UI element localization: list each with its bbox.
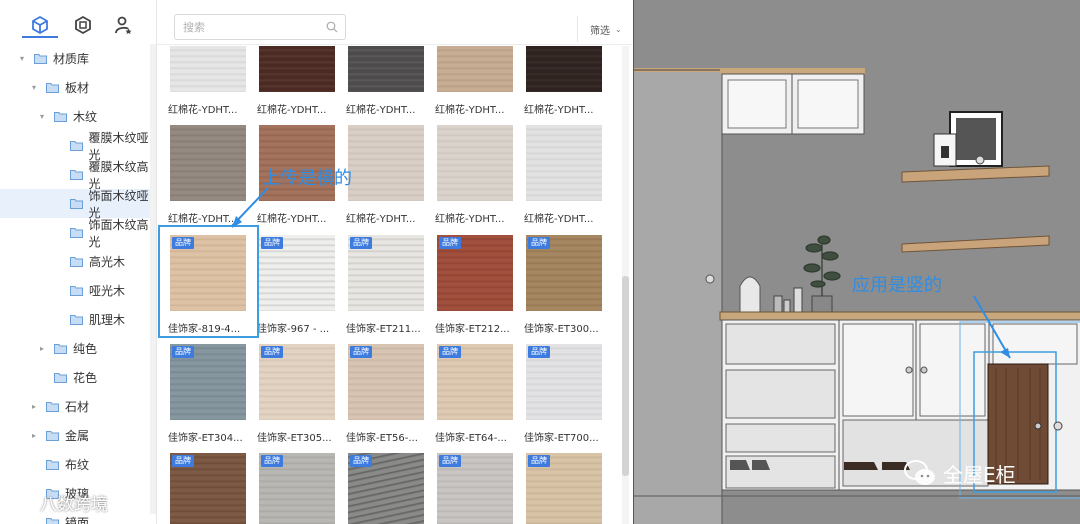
upload-annotation: 上传是横的 — [262, 168, 352, 189]
upload-arrow-layer — [231, 187, 269, 228]
watermark-right: 全屋E柜 — [903, 458, 1016, 488]
wechat-icon — [904, 460, 935, 485]
applied-annotation: 应用是竖的 — [852, 275, 942, 296]
brand-logo-icon — [11, 492, 33, 511]
watermark-text: 全屋E柜 — [943, 462, 1016, 487]
watermark-text: 八数跨境 — [40, 495, 108, 515]
watermark-left: 八数跨境 — [8, 490, 108, 515]
